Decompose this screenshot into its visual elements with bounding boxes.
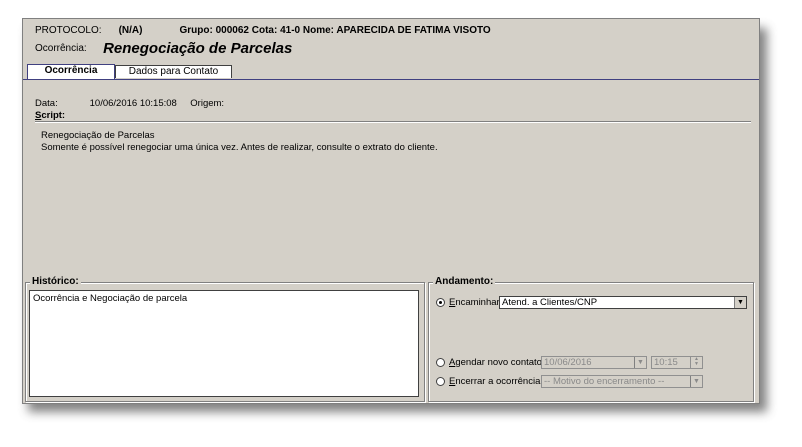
header-ocorrencia-row: Ocorrência: Renegociação de Parcelas xyxy=(35,40,292,60)
tab-ocorrencia[interactable]: Ocorrência xyxy=(27,64,115,79)
ocorrencia-label: Ocorrência: xyxy=(35,43,87,54)
historico-textarea[interactable]: Ocorrência e Negociação de parcela xyxy=(29,290,419,397)
ocorrencia-title: Renegociação de Parcelas xyxy=(103,40,293,57)
tab-strip: Ocorrência Dados para Contato xyxy=(23,64,759,80)
header-protocol-row: PROTOCOLO: (N/A) Grupo: 000062 Cota: 41-… xyxy=(35,24,491,38)
protocolo-value: (N/A) xyxy=(118,25,143,36)
motivo-encerramento-select[interactable]: -- Motivo do encerramento -- ▼ xyxy=(541,375,703,388)
encerrar-label-rest: ncerrar a ocorrência xyxy=(455,376,541,387)
andamento-group: Andamento: Encaminhar: Atend. a Clientes… xyxy=(428,276,754,402)
origem-label: Origem: xyxy=(190,98,225,109)
andamento-title: Andamento: xyxy=(433,276,496,288)
script-text: Renegociação de Parcelas Somente é possí… xyxy=(41,130,438,154)
spinner-buttons[interactable]: ▲ ▼ xyxy=(690,357,702,368)
agendar-label[interactable]: Agendar novo contato xyxy=(449,357,542,368)
motivo-placeholder: -- Motivo do encerramento -- xyxy=(544,376,665,387)
chevron-down-icon[interactable]: ▼ xyxy=(690,376,702,387)
agendar-date-value: 10/06/2016 xyxy=(544,357,592,368)
ocorrencia-window: PROTOCOLO: (N/A) Grupo: 000062 Cota: 41-… xyxy=(22,18,760,404)
script-label-rest: cript: xyxy=(41,110,66,121)
historico-title: Histórico: xyxy=(30,276,81,288)
historico-group: Histórico: Ocorrência e Negociação de pa… xyxy=(25,276,425,402)
encerrar-label[interactable]: Encerrar a ocorrência xyxy=(449,376,540,387)
script-line: Renegociação de Parcelas xyxy=(41,130,155,141)
agendar-date-picker[interactable]: 10/06/2016 ▼ xyxy=(541,356,647,369)
encerrar-radio[interactable] xyxy=(436,377,445,386)
agendar-label-rest: gendar novo contato xyxy=(455,357,542,368)
script-label: Script: xyxy=(35,110,65,121)
agendar-time-value: 10:15 xyxy=(654,357,678,368)
encaminhar-radio[interactable] xyxy=(436,298,445,307)
script-divider xyxy=(35,121,751,123)
agendar-time-spinner[interactable]: 10:15 ▲ ▼ xyxy=(651,356,703,369)
protocolo-label: PROTOCOLO: xyxy=(35,25,102,36)
tab-dados-para-contato[interactable]: Dados para Contato xyxy=(115,65,232,78)
encaminhar-label-rest: ncaminhar: xyxy=(455,297,503,308)
chevron-down-icon[interactable]: ▼ xyxy=(734,297,746,308)
data-label: Data: xyxy=(35,98,58,109)
grupo-info: Grupo: 000062 Cota: 41-0 Nome: APARECIDA… xyxy=(179,25,491,36)
chevron-down-icon[interactable]: ▼ xyxy=(634,357,646,368)
agendar-radio[interactable] xyxy=(436,358,445,367)
encaminhar-select-value: Atend. a Clientes/CNP xyxy=(502,297,598,308)
script-line: Somente é possível renegociar uma única … xyxy=(41,142,438,153)
spin-down-icon[interactable]: ▼ xyxy=(691,362,702,367)
data-row: Data: 10/06/2016 10:15:08 Origem: xyxy=(35,98,224,109)
encaminhar-select[interactable]: Atend. a Clientes/CNP ▼ xyxy=(499,296,747,309)
data-value: 10/06/2016 10:15:08 xyxy=(89,98,177,109)
encaminhar-label[interactable]: Encaminhar: xyxy=(449,297,502,308)
